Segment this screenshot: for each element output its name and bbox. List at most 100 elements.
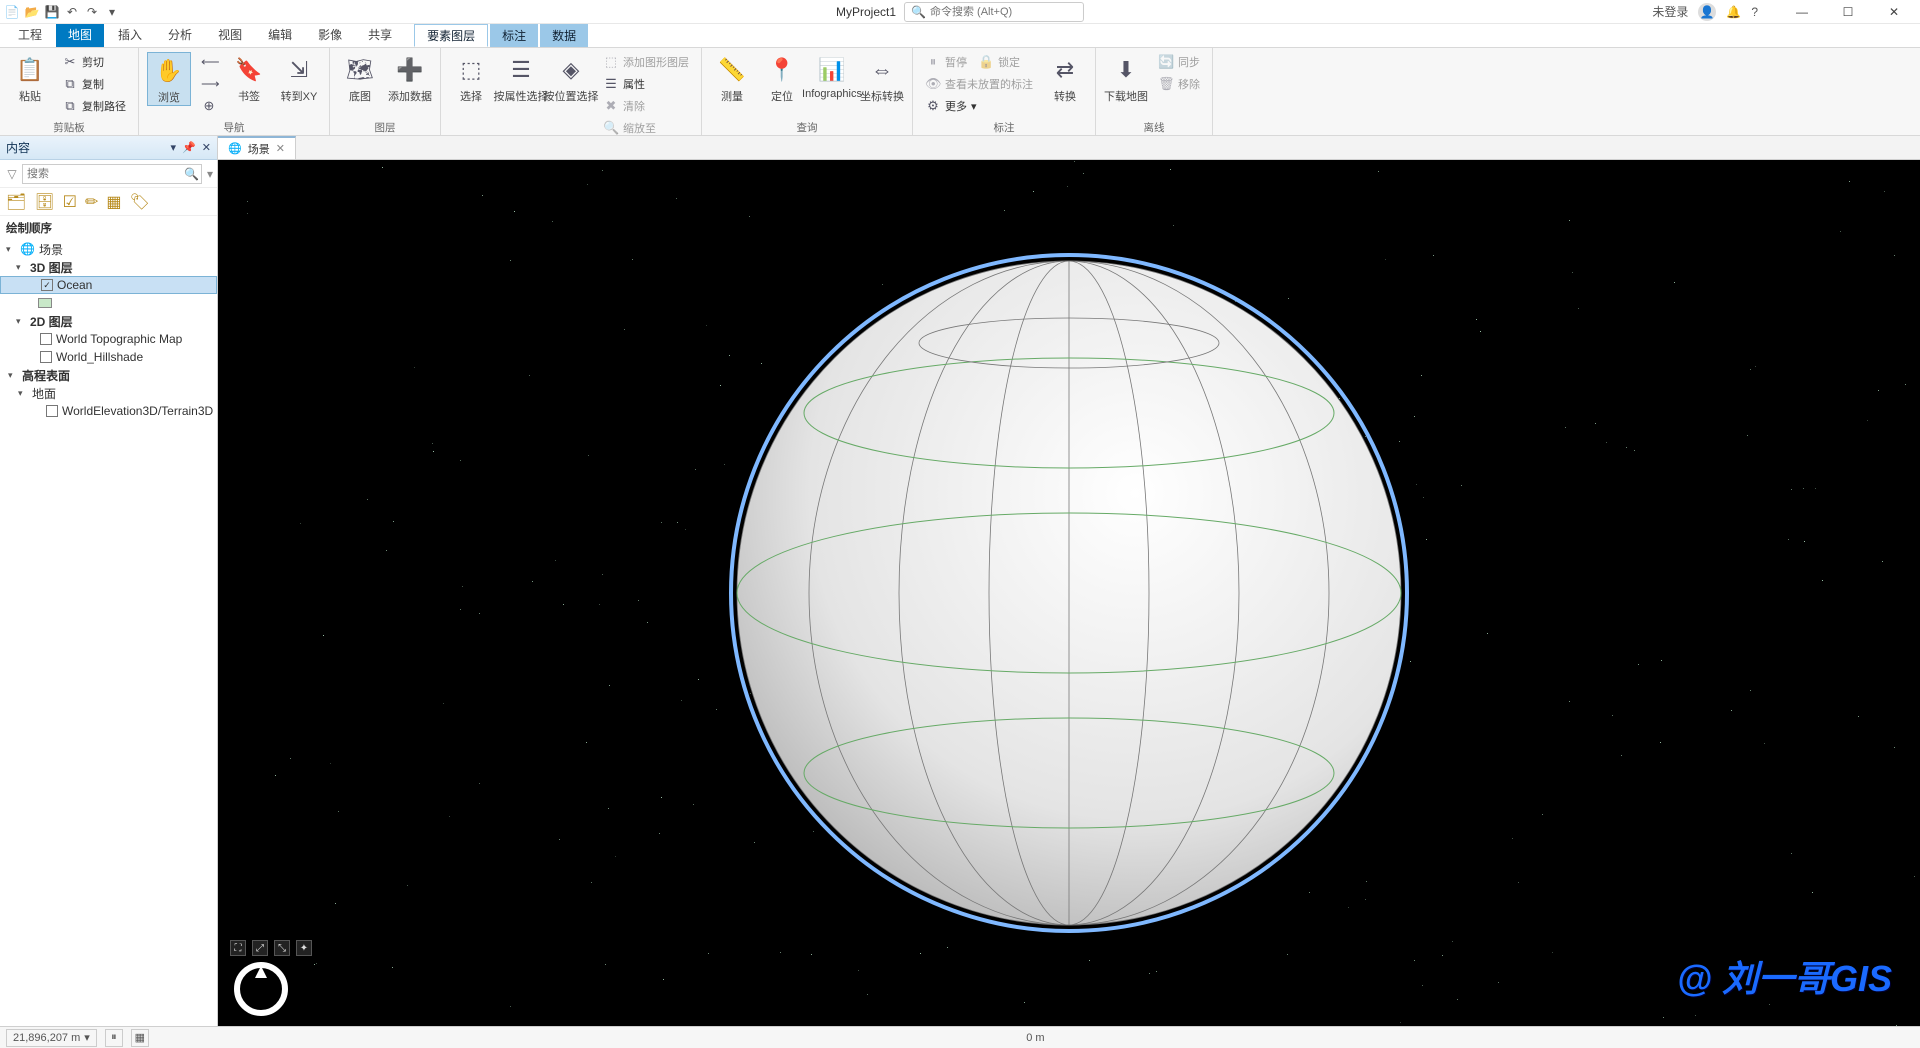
qat-undo-icon[interactable]: ↶ bbox=[64, 4, 80, 20]
qat-dropdown-icon[interactable]: ▾ bbox=[104, 4, 120, 20]
tree-3d-layers[interactable]: ▾3D 图层 bbox=[0, 258, 217, 276]
whill-checkbox[interactable] bbox=[40, 351, 52, 363]
tab-imagery[interactable]: 影像 bbox=[306, 24, 354, 47]
tab-analysis[interactable]: 分析 bbox=[156, 24, 204, 47]
chevron-down-icon: ▾ bbox=[84, 1031, 90, 1044]
nav-zoom-out-button[interactable]: ⤡ bbox=[274, 940, 290, 956]
group-annot-label: 标注 bbox=[921, 121, 1087, 135]
add-graphics-layer-button: ⬚添加图形图层 bbox=[599, 52, 693, 72]
list-by-labeling-icon[interactable]: 🏷 bbox=[130, 192, 150, 212]
basemap-button[interactable]: 🗺 底图 bbox=[338, 52, 382, 104]
view-tab-close-icon[interactable]: ✕ bbox=[276, 142, 285, 155]
tab-insert[interactable]: 插入 bbox=[106, 24, 154, 47]
gotoxy-icon: ⇲ bbox=[283, 54, 315, 86]
view-tab-scene[interactable]: 🌐 场景 ✕ bbox=[218, 136, 296, 159]
list-by-drawing-icon[interactable]: 🗂 bbox=[6, 192, 26, 212]
tab-view[interactable]: 视图 bbox=[206, 24, 254, 47]
qat-redo-icon[interactable]: ↷ bbox=[84, 4, 100, 20]
tree-scene[interactable]: ▾🌐场景 bbox=[0, 240, 217, 258]
tree-wtopo[interactable]: World Topographic Map bbox=[0, 330, 217, 348]
convert-button[interactable]: ⇄转换 bbox=[1043, 52, 1087, 104]
filter-icon[interactable]: ▽ bbox=[4, 167, 20, 181]
maximize-button[interactable]: ☐ bbox=[1826, 0, 1870, 24]
nav-next-button[interactable]: ⟶ bbox=[197, 74, 221, 94]
close-button[interactable]: ✕ bbox=[1872, 0, 1916, 24]
ctx-tab-featurelayer[interactable]: 要素图层 bbox=[414, 24, 488, 47]
locate-button[interactable]: 📍定位 bbox=[760, 52, 804, 104]
command-search[interactable]: 🔍 bbox=[904, 2, 1084, 22]
list-by-editing-icon[interactable]: ✏ bbox=[85, 192, 98, 212]
adddata-button[interactable]: ➕ 添加数据 bbox=[388, 52, 432, 104]
clear-icon: ✖ bbox=[603, 98, 619, 114]
copy-button[interactable]: ⧉复制 bbox=[58, 74, 130, 94]
nav-full-button[interactable]: ⊕ bbox=[197, 96, 221, 116]
gotoxy-button[interactable]: ⇲ 转到XY bbox=[277, 52, 321, 104]
list-by-selection-icon[interactable]: ☑ bbox=[63, 192, 77, 212]
contents-search-input[interactable] bbox=[22, 164, 202, 184]
attrsel-icon: ☰ bbox=[505, 54, 537, 86]
sync-icon: 🔄 bbox=[1158, 54, 1174, 70]
status-pause-button[interactable]: ⏸ bbox=[105, 1029, 123, 1047]
contents-title: 内容 bbox=[6, 139, 30, 156]
qat-save-icon[interactable]: 💾 bbox=[44, 4, 60, 20]
map-canvas[interactable]: ⛶ ⤢ ⤡ ✦ @ 刘一哥GIS bbox=[218, 160, 1920, 1026]
scale-display[interactable]: 21,896,207 m▾ bbox=[6, 1029, 97, 1047]
paste-button[interactable]: 📋 粘贴 bbox=[8, 52, 52, 104]
tab-project[interactable]: 工程 bbox=[6, 24, 54, 47]
minimize-button[interactable]: — bbox=[1780, 0, 1824, 24]
more-button[interactable]: ⚙更多▾ bbox=[921, 96, 1037, 116]
compass-icon[interactable] bbox=[234, 962, 288, 1016]
search-icon: 🔍 bbox=[911, 5, 926, 19]
measure-button[interactable]: 📏测量 bbox=[710, 52, 754, 104]
tree-whill[interactable]: World_Hillshade bbox=[0, 348, 217, 366]
tree-ground[interactable]: ▾地面 bbox=[0, 384, 217, 402]
tree-terrain[interactable]: WorldElevation3D/Terrain3D bbox=[0, 402, 217, 420]
copypath-button[interactable]: ⧉复制路径 bbox=[58, 96, 130, 116]
search-dropdown-icon[interactable]: ▾ bbox=[207, 167, 213, 181]
list-by-snapping-icon[interactable]: ▦ bbox=[106, 192, 121, 212]
wtopo-checkbox[interactable] bbox=[40, 333, 52, 345]
globe-nav-icon: ⊕ bbox=[201, 98, 217, 114]
group-layer-label: 图层 bbox=[338, 121, 432, 135]
help-icon[interactable]: ? bbox=[1751, 5, 1758, 19]
user-icon[interactable]: 👤 bbox=[1698, 3, 1716, 21]
group-query-label: 查询 bbox=[710, 121, 904, 135]
pane-dropdown-icon[interactable]: ▾ bbox=[171, 141, 177, 154]
notification-icon[interactable]: 🔔 bbox=[1726, 5, 1741, 19]
infographics-button[interactable]: 📊Infographics bbox=[810, 52, 854, 100]
attributes-button[interactable]: ☰属性 bbox=[599, 74, 693, 94]
ctx-tab-annotation[interactable]: 标注 bbox=[490, 24, 538, 47]
ocean-checkbox[interactable]: ✓ bbox=[41, 279, 53, 291]
tree-elevation[interactable]: ▾高程表面 bbox=[0, 366, 217, 384]
tab-map[interactable]: 地图 bbox=[56, 24, 104, 47]
tab-share[interactable]: 共享 bbox=[356, 24, 404, 47]
tab-edit[interactable]: 编辑 bbox=[256, 24, 304, 47]
tree-ocean[interactable]: ✓Ocean bbox=[0, 276, 217, 294]
loc-select-button[interactable]: ◈按位置选择 bbox=[549, 52, 593, 104]
tree-2d-layers[interactable]: ▾2D 图层 bbox=[0, 312, 217, 330]
nav-mode-button[interactable]: ✦ bbox=[296, 940, 312, 956]
pane-close-icon[interactable]: ✕ bbox=[202, 141, 211, 154]
qat-new-icon[interactable]: 📄 bbox=[4, 4, 20, 20]
select-button[interactable]: ⬚选择 bbox=[449, 52, 493, 104]
bookmark-button[interactable]: 🔖 书签 bbox=[227, 52, 271, 104]
list-by-source-icon[interactable]: 🗄 bbox=[34, 192, 54, 212]
downloadmap-button[interactable]: ⬇下载地图 bbox=[1104, 52, 1148, 104]
pause-button: ⏸暂停 🔒锁定 bbox=[921, 52, 1037, 72]
coordconv-button[interactable]: ⇔坐标转换 bbox=[860, 52, 904, 104]
terrain-checkbox[interactable] bbox=[46, 405, 58, 417]
qat-open-icon[interactable]: 📂 bbox=[24, 4, 40, 20]
status-grid-button[interactable]: ▦ bbox=[131, 1029, 149, 1047]
attr-select-button[interactable]: ☰按属性选择 bbox=[499, 52, 543, 104]
nav-zoom-in-button[interactable]: ⤢ bbox=[252, 940, 268, 956]
nav-full-extent-button[interactable]: ⛶ bbox=[230, 940, 246, 956]
browse-button[interactable]: ✋ 浏览 bbox=[147, 52, 191, 106]
login-status[interactable]: 未登录 bbox=[1652, 3, 1688, 20]
ctx-tab-data[interactable]: 数据 bbox=[540, 24, 588, 47]
pane-pin-icon[interactable]: 📌 bbox=[182, 141, 196, 154]
cut-button[interactable]: ✂剪切 bbox=[58, 52, 130, 72]
search-submit-icon[interactable]: 🔍 bbox=[184, 167, 199, 181]
nav-prev-button[interactable]: ⟵ bbox=[197, 52, 221, 72]
copypath-icon: ⧉ bbox=[62, 98, 78, 114]
command-search-input[interactable] bbox=[930, 6, 1077, 18]
